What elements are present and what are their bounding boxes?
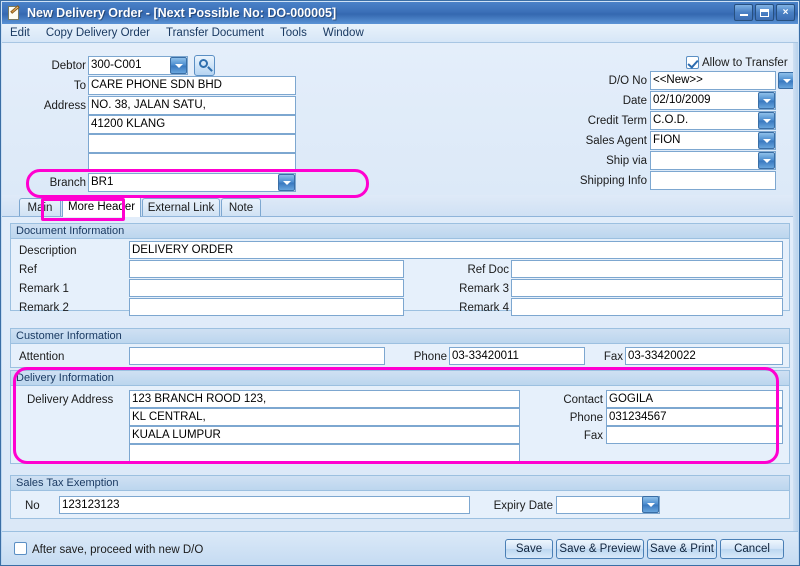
- address-line-1-input[interactable]: NO. 38, JALAN SATU,: [88, 96, 296, 115]
- delivery-address-line-1-input[interactable]: 123 BRANCH ROOD 123,: [129, 390, 520, 408]
- after-save-label: After save, proceed with new D/O: [32, 544, 204, 556]
- debtor-search-button[interactable]: [194, 55, 215, 76]
- maximize-button[interactable]: [755, 4, 774, 21]
- to-label: To: [73, 80, 86, 92]
- remark-2-input[interactable]: [129, 298, 404, 316]
- document-edit-icon: [6, 5, 22, 21]
- branch-dropdown-icon[interactable]: [278, 174, 295, 191]
- panel-right-edge: [793, 43, 798, 531]
- after-save-checkbox[interactable]: [14, 542, 27, 555]
- minimize-button[interactable]: [734, 4, 753, 21]
- tab-strip: Main More Header External Link Note: [2, 195, 798, 217]
- address-label: Address: [43, 100, 86, 112]
- save-preview-button[interactable]: Save & Preview: [556, 539, 644, 559]
- customer-fax-input[interactable]: 03-33420022: [625, 347, 783, 365]
- delivery-address-label: Delivery Address: [27, 394, 114, 406]
- header-area: Debtor 300-C001 To CARE PHONE SDN BHD Ad…: [2, 43, 798, 195]
- delivery-address-line-3-input[interactable]: KUALA LUMPUR: [129, 426, 520, 444]
- debtor-dropdown-icon[interactable]: [170, 57, 187, 74]
- sales-tax-exemption-title: Sales Tax Exemption: [11, 476, 789, 491]
- customer-phone-input[interactable]: 03-33420011: [449, 347, 585, 365]
- shipping-info-label: Shipping Info: [579, 175, 647, 187]
- ref-doc-label: Ref Doc: [467, 264, 509, 276]
- delivery-address-line-4-input[interactable]: [129, 444, 520, 462]
- remark-3-label: Remark 3: [459, 283, 509, 295]
- delivery-contact-label: Contact: [563, 394, 603, 406]
- ref-label: Ref: [19, 264, 37, 276]
- document-information-title: Document Information: [11, 224, 789, 239]
- attention-input[interactable]: [129, 347, 385, 365]
- allow-to-transfer-checkbox[interactable]: [686, 56, 699, 69]
- remark-3-input[interactable]: [511, 279, 783, 297]
- menu-item-window[interactable]: Window: [315, 26, 372, 40]
- ship-via-dropdown-icon[interactable]: [758, 152, 775, 169]
- delivery-information-group: Delivery Information Delivery Address 12…: [10, 370, 790, 464]
- customer-information-title: Customer Information: [11, 329, 789, 344]
- date-dropdown-icon[interactable]: [758, 92, 775, 109]
- credit-term-dropdown-icon[interactable]: [758, 112, 775, 129]
- tax-exemption-no-input[interactable]: 123123123: [59, 496, 470, 514]
- sales-tax-exemption-group: Sales Tax Exemption No 123123123 Expiry …: [10, 475, 790, 519]
- address-line-2-input[interactable]: 41200 KLANG: [88, 115, 296, 134]
- description-input[interactable]: DELIVERY ORDER: [129, 241, 783, 259]
- save-button[interactable]: Save: [505, 539, 553, 559]
- remark-1-label: Remark 1: [19, 283, 69, 295]
- remark-4-label: Remark 4: [459, 302, 509, 314]
- tab-more-header[interactable]: More Header: [62, 196, 141, 217]
- address-line-4-input[interactable]: [88, 153, 296, 172]
- save-print-button[interactable]: Save & Print: [647, 539, 717, 559]
- credit-term-label: Credit Term: [587, 115, 647, 127]
- delivery-phone-label: Phone: [569, 412, 603, 424]
- allow-to-transfer-label: Allow to Transfer: [702, 57, 788, 69]
- to-input[interactable]: CARE PHONE SDN BHD: [88, 76, 296, 95]
- menu-bar: Edit Copy Delivery Order Transfer Docume…: [2, 24, 798, 43]
- menu-item-edit[interactable]: Edit: [2, 26, 38, 40]
- window-title: New Delivery Order - [Next Possible No: …: [27, 6, 337, 20]
- document-information-group: Document Information Description DELIVER…: [10, 223, 790, 316]
- description-label: Description: [19, 245, 77, 257]
- dono-input[interactable]: <<New>>: [650, 71, 776, 90]
- footer-bar: After save, proceed with new D/O Save Sa…: [2, 531, 798, 565]
- remark-1-input[interactable]: [129, 279, 404, 297]
- dono-label: D/O No: [608, 75, 647, 87]
- branch-label: Branch: [49, 177, 86, 189]
- customer-phone-label: Phone: [413, 351, 447, 363]
- sales-agent-dropdown-icon[interactable]: [758, 132, 775, 149]
- debtor-label: Debtor: [51, 60, 86, 72]
- customer-information-group: Customer Information Attention Phone 03-…: [10, 328, 790, 368]
- delivery-order-window: New Delivery Order - [Next Possible No: …: [0, 0, 800, 566]
- ship-via-label: Ship via: [606, 155, 647, 167]
- sales-agent-label: Sales Agent: [585, 135, 647, 147]
- close-button[interactable]: ×: [776, 4, 795, 21]
- delivery-contact-input[interactable]: GOGILA: [606, 390, 783, 408]
- tab-main[interactable]: Main: [19, 198, 61, 217]
- date-label: Date: [622, 95, 647, 107]
- address-line-3-input[interactable]: [88, 134, 296, 153]
- menu-item-transfer-document[interactable]: Transfer Document: [158, 26, 272, 40]
- delivery-information-title: Delivery Information: [11, 371, 789, 386]
- delivery-fax-input[interactable]: [606, 426, 783, 444]
- menu-item-tools[interactable]: Tools: [272, 26, 315, 40]
- branch-input[interactable]: BR1: [88, 173, 296, 192]
- tax-exemption-no-label: No: [25, 500, 40, 512]
- cancel-button[interactable]: Cancel: [720, 539, 784, 559]
- title-bar: New Delivery Order - [Next Possible No: …: [2, 2, 798, 24]
- menu-item-copy-delivery-order[interactable]: Copy Delivery Order: [38, 26, 158, 40]
- remark-2-label: Remark 2: [19, 302, 69, 314]
- tab-external-link[interactable]: External Link: [142, 198, 220, 217]
- ref-doc-input[interactable]: [511, 260, 783, 278]
- attention-label: Attention: [19, 351, 65, 363]
- delivery-fax-label: Fax: [583, 430, 603, 442]
- ref-input[interactable]: [129, 260, 404, 278]
- customer-fax-label: Fax: [603, 351, 623, 363]
- shipping-info-input[interactable]: [650, 171, 776, 190]
- remark-4-input[interactable]: [511, 298, 783, 316]
- expiry-date-label: Expiry Date: [493, 500, 553, 512]
- more-header-panel: Document Information Description DELIVER…: [2, 216, 798, 531]
- tab-note[interactable]: Note: [221, 198, 261, 217]
- delivery-phone-input[interactable]: 031234567: [606, 408, 783, 426]
- expiry-date-dropdown-icon[interactable]: [642, 496, 659, 513]
- delivery-address-line-2-input[interactable]: KL CENTRAL,: [129, 408, 520, 426]
- window-controls: ×: [734, 4, 795, 21]
